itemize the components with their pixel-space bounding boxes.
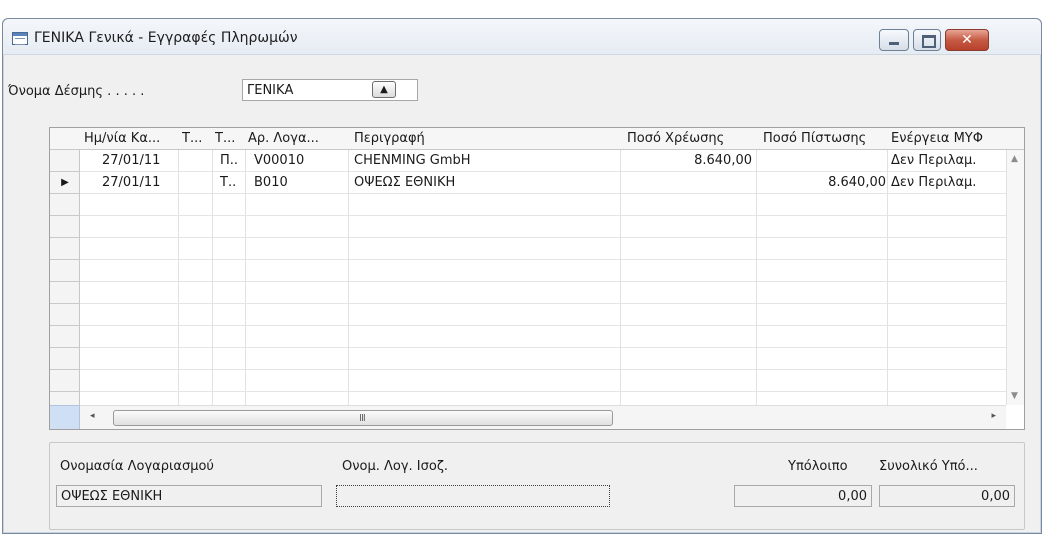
window-title: ΓΕΝΙΚΑ Γενικά - Εγγραφές Πληρωμών	[34, 30, 298, 46]
table-row[interactable]	[80, 216, 1006, 238]
table-row[interactable]	[80, 326, 1006, 348]
total-balance-label: Συνολικό Υπό...	[879, 459, 978, 474]
row-selector[interactable]	[50, 304, 80, 326]
close-icon: ✕	[961, 32, 973, 48]
table-row[interactable]	[80, 348, 1006, 370]
title-bar[interactable]: ΓΕΝΙΚΑ Γενικά - Εγγραφές Πληρωμών ✕	[3, 19, 1041, 55]
column-header-description[interactable]: Περιγραφή	[354, 131, 474, 146]
row-selector[interactable]	[50, 282, 80, 304]
cell-posting-date[interactable]: 27/01/11	[102, 153, 160, 168]
column-header-debit-amount[interactable]: Ποσό Χρέωσης	[627, 131, 747, 146]
form-icon	[12, 32, 28, 45]
cell-description[interactable]: ΟΨΕΩΣ ΕΘΝΙΚΗ	[354, 175, 455, 190]
maximize-button[interactable]	[913, 29, 941, 51]
table-row[interactable]	[80, 370, 1006, 392]
scroll-up-icon[interactable]: ▲	[1011, 154, 1018, 164]
column-header-document-type[interactable]: Τ...	[182, 131, 212, 146]
row-selector[interactable]	[50, 194, 80, 216]
column-header-credit-amount[interactable]: Ποσό Πίστωσης	[763, 131, 887, 146]
cell-debit-amount[interactable]: 8.640,00	[626, 153, 752, 168]
balance-account-field[interactable]	[336, 485, 610, 507]
minimize-button[interactable]	[879, 29, 909, 51]
total-balance-value: 0,00	[981, 489, 1010, 504]
table-row[interactable]	[80, 304, 1006, 326]
scroll-down-icon[interactable]: ▼	[1011, 391, 1018, 401]
horizontal-scrollbar[interactable]: ◂ III ▸	[80, 405, 1006, 429]
row-selector[interactable]	[50, 370, 80, 392]
column-header-account-type[interactable]: Τ...	[215, 131, 245, 146]
scroll-right-icon[interactable]: ▸	[991, 411, 996, 421]
cell-account-type[interactable]: Τ..	[220, 175, 236, 190]
column-header-posting-date[interactable]: Ημ/νία Κα...	[84, 131, 172, 146]
journal-lines-grid: Ημ/νία Κα... Τ... Τ... Αρ. Λογα... Περιγ…	[49, 127, 1025, 430]
up-arrow-icon: ▲	[380, 84, 388, 95]
grid-header: Ημ/νία Κα... Τ... Τ... Αρ. Λογα... Περιγ…	[50, 128, 1024, 150]
total-balance-field: 0,00	[879, 485, 1015, 507]
horizontal-scroll-thumb[interactable]: III	[113, 410, 613, 426]
table-row[interactable]: 27/01/11 Τ.. B010 ΟΨΕΩΣ ΕΘΝΙΚΗ 8.640,00 …	[80, 172, 1006, 194]
row-selector[interactable]	[50, 326, 80, 348]
scroll-grip-icon: III	[359, 413, 366, 424]
scroll-left-icon[interactable]: ◂	[90, 411, 95, 421]
batch-name-label: Όνομα Δέσμης . . . . .	[8, 84, 145, 99]
account-info-panel: Ονομασία Λογαριασμού ΟΨΕΩΣ ΕΘΝΙΚΗ Ονομ. …	[49, 442, 1025, 530]
cell-credit-amount[interactable]: 8.640,00	[760, 175, 886, 190]
table-row[interactable]	[80, 260, 1006, 282]
cell-account-no[interactable]: V00010	[254, 153, 304, 168]
table-row[interactable]	[80, 238, 1006, 260]
batch-lookup-button[interactable]: ▲	[372, 81, 396, 98]
account-name-value: ΟΨΕΩΣ ΕΘΝΙΚΗ	[61, 489, 163, 504]
cell-account-type[interactable]: Π..	[220, 153, 238, 168]
cell-myf-action[interactable]: Δεν Περιλαμ.	[891, 153, 976, 168]
balance-field: 0,00	[734, 485, 872, 507]
row-selector[interactable]	[50, 348, 80, 370]
balance-label: Υπόλοιπο	[788, 459, 848, 474]
table-row[interactable]	[80, 194, 1006, 216]
row-selector[interactable]	[50, 150, 80, 172]
close-button[interactable]: ✕	[945, 29, 989, 51]
row-selector[interactable]	[50, 216, 80, 238]
balance-account-label: Ονομ. Λογ. Ισοζ.	[342, 459, 449, 474]
current-row-icon: ▶	[61, 177, 69, 188]
cell-myf-action[interactable]: Δεν Περιλαμ.	[891, 175, 976, 190]
grid-corner	[50, 405, 80, 429]
cell-description[interactable]: CHENMING GmbH	[354, 153, 471, 168]
balance-value: 0,00	[838, 489, 867, 504]
account-name-field[interactable]: ΟΨΕΩΣ ΕΘΝΙΚΗ	[56, 485, 322, 507]
column-header-account-no[interactable]: Αρ. Λογα...	[248, 131, 342, 146]
batch-name-value: ΓΕΝΙΚΑ	[247, 83, 294, 98]
row-selector[interactable]	[50, 238, 80, 260]
cell-posting-date[interactable]: 27/01/11	[102, 175, 160, 190]
table-row[interactable]: 27/01/11 Π.. V00010 CHENMING GmbH 8.640,…	[80, 150, 1006, 172]
vertical-scrollbar[interactable]: ▲ ▼	[1006, 150, 1024, 405]
row-selector[interactable]	[50, 260, 80, 282]
column-header-myf-action[interactable]: Ενέργεια ΜΥΦ	[891, 131, 1001, 146]
table-row[interactable]	[80, 282, 1006, 304]
row-selector-column: ▶	[50, 150, 80, 414]
cell-account-no[interactable]: B010	[254, 175, 288, 190]
account-name-label: Ονομασία Λογαριασμού	[60, 459, 214, 474]
